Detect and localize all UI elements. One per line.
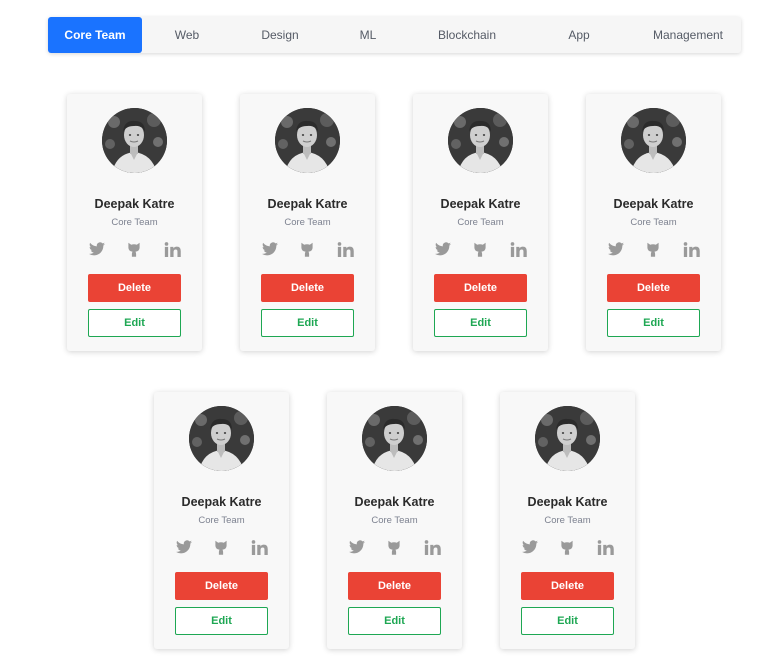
delete-button[interactable]: Delete	[88, 274, 181, 302]
delete-button[interactable]: Delete	[175, 572, 268, 600]
member-name: Deepak Katre	[267, 197, 348, 211]
tab-management[interactable]: Management	[643, 17, 733, 53]
avatar	[448, 108, 513, 173]
member-role: Core Team	[630, 217, 677, 228]
member-card: Deepak Katre Core Team Delete Edit	[154, 392, 289, 649]
edit-button[interactable]: Edit	[607, 309, 700, 337]
edit-button[interactable]: Edit	[348, 607, 441, 635]
linkedin-icon[interactable]	[246, 537, 272, 557]
linkedin-icon[interactable]	[419, 537, 445, 557]
member-name: Deepak Katre	[613, 197, 694, 211]
twitter-icon[interactable]	[517, 537, 543, 557]
member-card: Deepak Katre Core Team Delete Edit	[327, 392, 462, 649]
linkedin-icon[interactable]	[332, 239, 358, 259]
linkedin-icon[interactable]	[505, 239, 531, 259]
edit-button[interactable]: Edit	[261, 309, 354, 337]
member-card: Deepak Katre Core Team Delete Edit	[413, 94, 548, 351]
member-name: Deepak Katre	[354, 495, 435, 509]
github-icon[interactable]	[467, 239, 493, 259]
member-role: Core Team	[198, 515, 245, 526]
edit-button[interactable]: Edit	[88, 309, 181, 337]
github-icon[interactable]	[294, 239, 320, 259]
github-icon[interactable]	[121, 239, 147, 259]
twitter-icon[interactable]	[603, 239, 629, 259]
member-card: Deepak Katre Core Team Delete Edit	[500, 392, 635, 649]
delete-button[interactable]: Delete	[434, 274, 527, 302]
member-name: Deepak Katre	[527, 495, 608, 509]
member-name: Deepak Katre	[440, 197, 521, 211]
member-name: Deepak Katre	[181, 495, 262, 509]
github-icon[interactable]	[640, 239, 666, 259]
avatar	[362, 406, 427, 471]
member-role: Core Team	[457, 217, 504, 228]
delete-button[interactable]: Delete	[261, 274, 354, 302]
member-card: Deepak Katre Core Team Delete Edit	[240, 94, 375, 351]
member-card: Deepak Katre Core Team Delete Edit	[67, 94, 202, 351]
github-icon[interactable]	[554, 537, 580, 557]
member-role: Core Team	[284, 217, 331, 228]
member-role: Core Team	[544, 515, 591, 526]
twitter-icon[interactable]	[430, 239, 456, 259]
edit-button[interactable]: Edit	[521, 607, 614, 635]
edit-button[interactable]: Edit	[434, 309, 527, 337]
tab-app[interactable]: App	[540, 17, 618, 53]
tab-ml[interactable]: ML	[329, 17, 407, 53]
delete-button[interactable]: Delete	[607, 274, 700, 302]
member-role: Core Team	[371, 515, 418, 526]
avatar	[102, 108, 167, 173]
edit-button[interactable]: Edit	[175, 607, 268, 635]
member-role: Core Team	[111, 217, 158, 228]
tab-web[interactable]: Web	[148, 17, 226, 53]
avatar	[621, 108, 686, 173]
twitter-icon[interactable]	[257, 239, 283, 259]
delete-button[interactable]: Delete	[521, 572, 614, 600]
tab-blockchain[interactable]: Blockchain	[422, 17, 512, 53]
github-icon[interactable]	[381, 537, 407, 557]
twitter-icon[interactable]	[344, 537, 370, 557]
avatar	[189, 406, 254, 471]
linkedin-icon[interactable]	[159, 239, 185, 259]
linkedin-icon[interactable]	[678, 239, 704, 259]
member-card: Deepak Katre Core Team Delete Edit	[586, 94, 721, 351]
member-name: Deepak Katre	[94, 197, 175, 211]
tab-core-team[interactable]: Core Team	[48, 17, 142, 53]
twitter-icon[interactable]	[84, 239, 110, 259]
avatar	[275, 108, 340, 173]
twitter-icon[interactable]	[171, 537, 197, 557]
avatar	[535, 406, 600, 471]
github-icon[interactable]	[208, 537, 234, 557]
delete-button[interactable]: Delete	[348, 572, 441, 600]
linkedin-icon[interactable]	[592, 537, 618, 557]
tab-design[interactable]: Design	[241, 17, 319, 53]
team-tab-bar: Core Team Web Design ML Blockchain App M…	[48, 17, 741, 53]
